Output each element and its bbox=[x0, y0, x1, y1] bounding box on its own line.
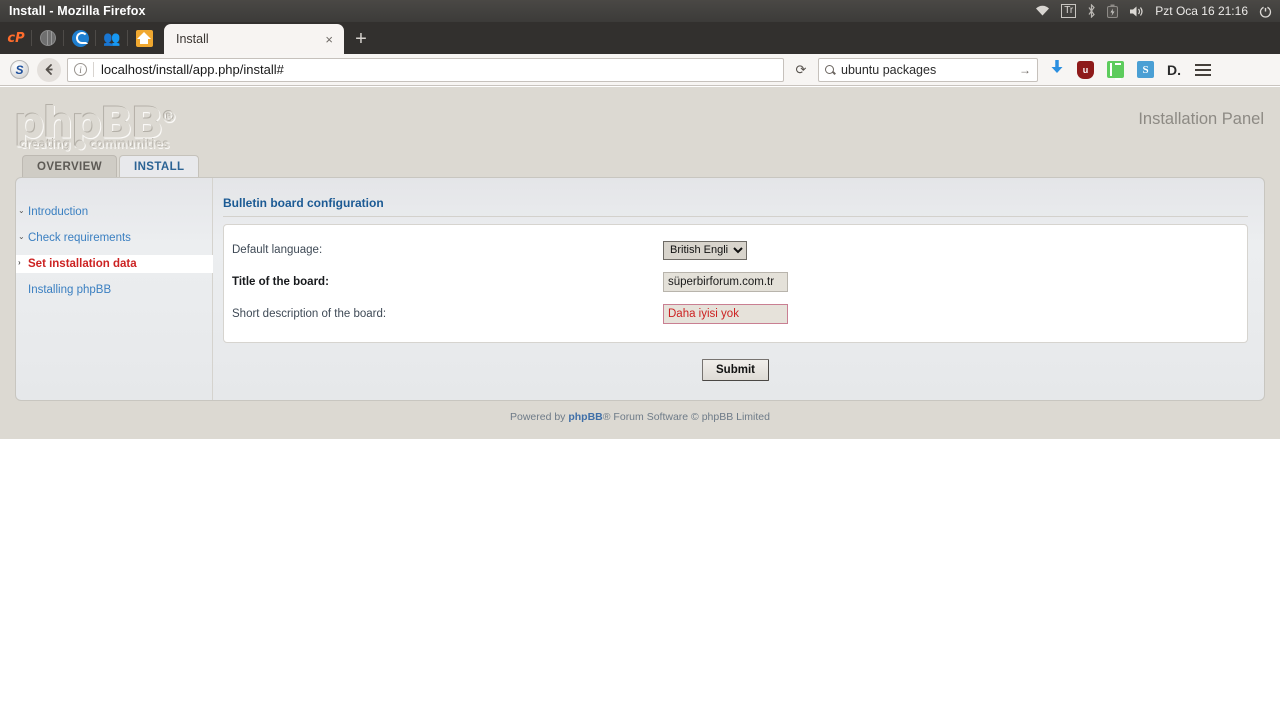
form-row-board-description: Short description of the board: bbox=[232, 298, 1233, 330]
url-path: /install/app.php/install# bbox=[152, 62, 284, 77]
sidebar-item-label: Introduction bbox=[28, 206, 89, 218]
home-icon bbox=[135, 29, 153, 47]
reload-icon[interactable]: ⟳ bbox=[788, 58, 814, 82]
tab-install[interactable]: Install × bbox=[164, 24, 344, 54]
window-title: Install - Mozilla Firefox bbox=[9, 4, 146, 18]
toolbar-extension-icons: u S D. bbox=[1050, 59, 1181, 80]
sidebar-item-check-requirements[interactable]: ⌄ Check requirements bbox=[16, 229, 212, 247]
close-icon[interactable]: × bbox=[322, 32, 336, 47]
search-bar[interactable]: ubuntu packages → bbox=[818, 57, 1038, 82]
new-tab-button[interactable]: + bbox=[346, 24, 376, 54]
install-sidebar: ⌄ Introduction ⌄ Check requirements › Se… bbox=[16, 178, 213, 400]
browser-toolbar: S i localhost/install/app.php/install# ⟳… bbox=[0, 54, 1280, 86]
power-icon[interactable] bbox=[1259, 5, 1272, 18]
phpbb-header: phpBB® creating ● communities Installati… bbox=[0, 87, 1280, 155]
control-board-title bbox=[663, 272, 1233, 292]
clock[interactable]: Pzt Oca 16 21:16 bbox=[1155, 4, 1248, 18]
d-extension-icon[interactable]: D. bbox=[1167, 62, 1181, 78]
submit-row: Submit bbox=[223, 343, 1248, 387]
keyboard-layout-indicator[interactable]: Tr bbox=[1061, 4, 1077, 18]
sidebar-item-introduction[interactable]: ⌄ Introduction bbox=[16, 203, 212, 221]
pinned-tab-swirl[interactable] bbox=[64, 23, 96, 53]
tab-label: Install bbox=[176, 32, 209, 46]
pinned-tab-people[interactable]: 👥 bbox=[96, 23, 128, 53]
swirl-icon bbox=[71, 29, 89, 47]
search-input[interactable]: ubuntu packages bbox=[841, 63, 1019, 77]
sidebar-item-set-installation-data[interactable]: › Set installation data bbox=[16, 255, 213, 273]
board-description-input[interactable] bbox=[663, 304, 788, 324]
browser-tab-strip: cP 👥 Install × + bbox=[0, 22, 1280, 54]
tab-overview[interactable]: OVERVIEW bbox=[22, 155, 117, 177]
label-board-title: Title of the board: bbox=[232, 276, 329, 288]
info-icon[interactable]: i bbox=[74, 63, 87, 76]
chevron-right-icon: › bbox=[18, 258, 21, 267]
footer-prefix: Powered by bbox=[509, 411, 569, 423]
board-title-input[interactable] bbox=[663, 272, 788, 292]
footer-suffix: ® Forum Software © phpBB Limited bbox=[602, 411, 770, 423]
wifi-icon[interactable] bbox=[1035, 5, 1050, 17]
phpbb-logo: phpBB® creating ● communities bbox=[14, 95, 177, 152]
bluetooth-icon[interactable] bbox=[1087, 4, 1096, 18]
phpbb-install-page: phpBB® creating ● communities Installati… bbox=[0, 87, 1280, 439]
blue-s-extension-icon[interactable]: S bbox=[1137, 61, 1154, 78]
chevron-down-icon: ⌄ bbox=[18, 206, 25, 215]
battery-icon[interactable] bbox=[1107, 4, 1119, 18]
blue-s-icon[interactable]: S bbox=[10, 60, 29, 79]
people-icon: 👥 bbox=[103, 29, 121, 46]
sidebar-item-label: Installing phpBB bbox=[28, 284, 112, 296]
green-extension-icon[interactable] bbox=[1107, 61, 1124, 80]
pinned-tab-cpanel[interactable]: cP bbox=[0, 23, 32, 53]
os-title-bar: Install - Mozilla Firefox Tr Pzt Oca 16 … bbox=[0, 0, 1280, 22]
volume-icon[interactable] bbox=[1129, 5, 1144, 18]
url-host: localhost bbox=[101, 62, 153, 77]
phpbb-logo-tagline: creating ● communities bbox=[20, 137, 170, 152]
chevron-down-icon: ⌄ bbox=[18, 232, 25, 241]
control-board-description bbox=[663, 304, 1233, 324]
url-bar[interactable]: i localhost/install/app.php/install# bbox=[67, 57, 784, 82]
install-panel: ⌄ Introduction ⌄ Check requirements › Se… bbox=[15, 177, 1265, 401]
registered-mark-icon: ® bbox=[161, 108, 177, 126]
install-content: Bulletin board configuration Default lan… bbox=[213, 178, 1264, 400]
page-title: Installation Panel bbox=[1138, 110, 1264, 128]
form-row-board-title: Title of the board: bbox=[232, 266, 1233, 298]
ublock-origin-icon[interactable]: u bbox=[1077, 60, 1094, 79]
sidebar-item-label: Check requirements bbox=[28, 232, 131, 244]
configuration-form: Default language: British English Title … bbox=[223, 224, 1248, 343]
back-button[interactable] bbox=[37, 57, 61, 82]
pinned-tab-home[interactable] bbox=[128, 23, 160, 53]
cpanel-icon: cP bbox=[7, 30, 25, 46]
control-default-language: British English bbox=[663, 240, 1233, 260]
search-icon bbox=[825, 65, 834, 74]
pinned-tab-globe[interactable] bbox=[32, 23, 64, 53]
download-arrow-icon[interactable] bbox=[1050, 59, 1064, 80]
phpbb-footer: Powered by phpBB® Forum Software © phpBB… bbox=[0, 401, 1280, 427]
globe-icon bbox=[40, 30, 56, 46]
footer-brand-link[interactable]: phpBB bbox=[568, 411, 602, 423]
url-divider bbox=[93, 62, 94, 77]
phpbb-tabs: OVERVIEW INSTALL bbox=[0, 155, 1280, 177]
system-tray: Tr Pzt Oca 16 21:16 bbox=[1035, 4, 1280, 18]
pinned-tabs: cP 👥 bbox=[0, 22, 160, 54]
search-go-icon[interactable]: → bbox=[1019, 63, 1031, 77]
sidebar-item-label: Set installation data bbox=[28, 258, 137, 270]
tab-install-section[interactable]: INSTALL bbox=[118, 155, 200, 177]
sidebar-item-installing-phpbb[interactable]: Installing phpBB bbox=[16, 281, 212, 299]
section-heading: Bulletin board configuration bbox=[223, 196, 1248, 217]
submit-button[interactable]: Submit bbox=[702, 359, 769, 381]
hamburger-menu-icon[interactable] bbox=[1195, 63, 1211, 76]
label-board-description: Short description of the board: bbox=[232, 308, 387, 320]
default-language-select[interactable]: British English bbox=[663, 240, 747, 260]
page-viewport: phpBB® creating ● communities Installati… bbox=[0, 87, 1280, 719]
label-default-language: Default language: bbox=[232, 244, 323, 256]
form-row-default-language: Default language: British English bbox=[232, 234, 1233, 266]
